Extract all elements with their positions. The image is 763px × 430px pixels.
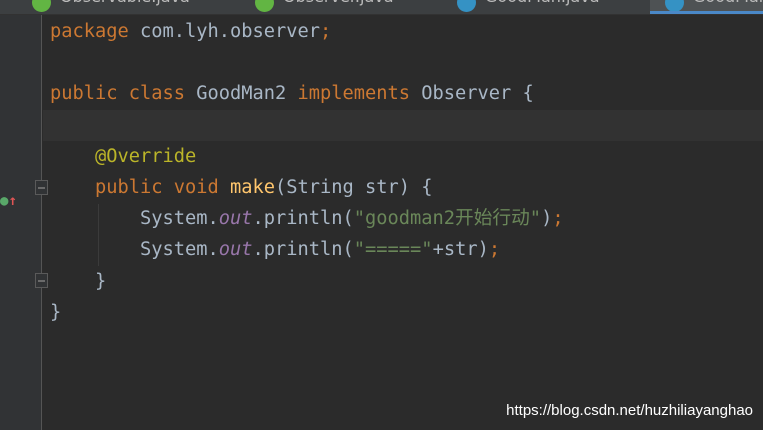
code-token: System.	[50, 208, 219, 230]
code-token: GoodMan2	[196, 83, 298, 105]
code-line	[43, 109, 763, 141]
code-token: out	[218, 239, 253, 261]
java-class-icon	[32, 0, 51, 12]
code-token: @Override	[95, 145, 197, 167]
code-token: com.lyh.observer	[140, 21, 321, 42]
code-token: Observer {	[421, 83, 534, 105]
code-editor[interactable]: package com.lyh.observer; public class Go…	[43, 15, 763, 430]
code-line: public void make(String str) {	[43, 172, 763, 203]
tab-label: GoodMan.java	[485, 0, 600, 6]
code-token: out	[218, 208, 253, 230]
code-token: ;	[488, 239, 501, 261]
code-token: System.	[50, 239, 219, 261]
editor-tab-bar: Observable.java Observer.java GoodMan.java…	[0, 0, 763, 15]
code-token: "goodman2开始行动"	[353, 208, 542, 230]
java-class-icon	[457, 0, 476, 12]
code-token: +str)	[432, 239, 489, 261]
code-token: implements	[297, 83, 422, 105]
tab-3[interactable]: GoodMan2.java	[650, 0, 763, 14]
code-token: public class	[50, 83, 197, 105]
code-token: package	[50, 21, 141, 42]
code-token: (String str) {	[275, 177, 433, 198]
code-token: .println(	[252, 239, 354, 261]
code-line: System.out.println("====="+str);	[43, 234, 763, 265]
code-line: System.out.println("goodman2开始行动");	[43, 203, 763, 234]
tab-0[interactable]: Observable.java	[32, 0, 232, 14]
code-token: make	[230, 177, 276, 198]
tab-1[interactable]: Observer.java	[255, 0, 455, 14]
java-class-icon	[255, 0, 274, 12]
code-line: package com.lyh.observer;	[43, 16, 763, 47]
code-token: ;	[552, 208, 564, 230]
implements-method-icon[interactable]: ●↑	[0, 193, 17, 209]
code-token: }	[50, 270, 107, 292]
code-token: public void	[95, 177, 231, 198]
code-line: public class GoodMan2 implements Observe…	[43, 78, 763, 109]
tab-label: Observer.java	[283, 0, 394, 6]
editor-gutter: ●↑	[0, 15, 48, 430]
code-token: )	[541, 208, 553, 230]
tab-2[interactable]: GoodMan.java	[457, 0, 657, 14]
tab-label: GoodMan2.java	[693, 0, 763, 6]
code-line: }	[43, 266, 763, 297]
code-token: ;	[320, 21, 332, 42]
code-line: }	[43, 297, 763, 328]
tab-label: Observable.java	[60, 0, 190, 6]
code-token: "====="	[353, 239, 433, 261]
watermark: https://blog.csdn.net/huzhiliayanghao	[506, 402, 753, 419]
code-token: .println(	[252, 208, 354, 230]
code-token: }	[50, 301, 62, 323]
java-class-icon	[665, 0, 684, 12]
code-line: @Override	[43, 141, 763, 172]
